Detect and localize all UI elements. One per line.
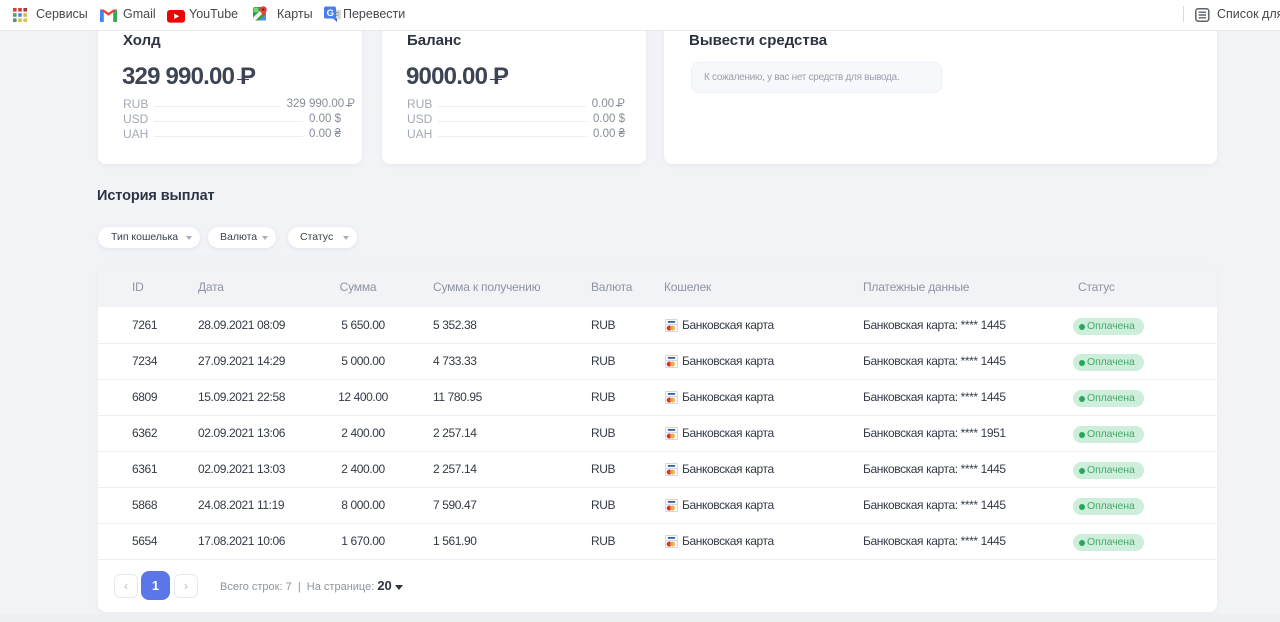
svg-text:G: G bbox=[327, 8, 334, 19]
